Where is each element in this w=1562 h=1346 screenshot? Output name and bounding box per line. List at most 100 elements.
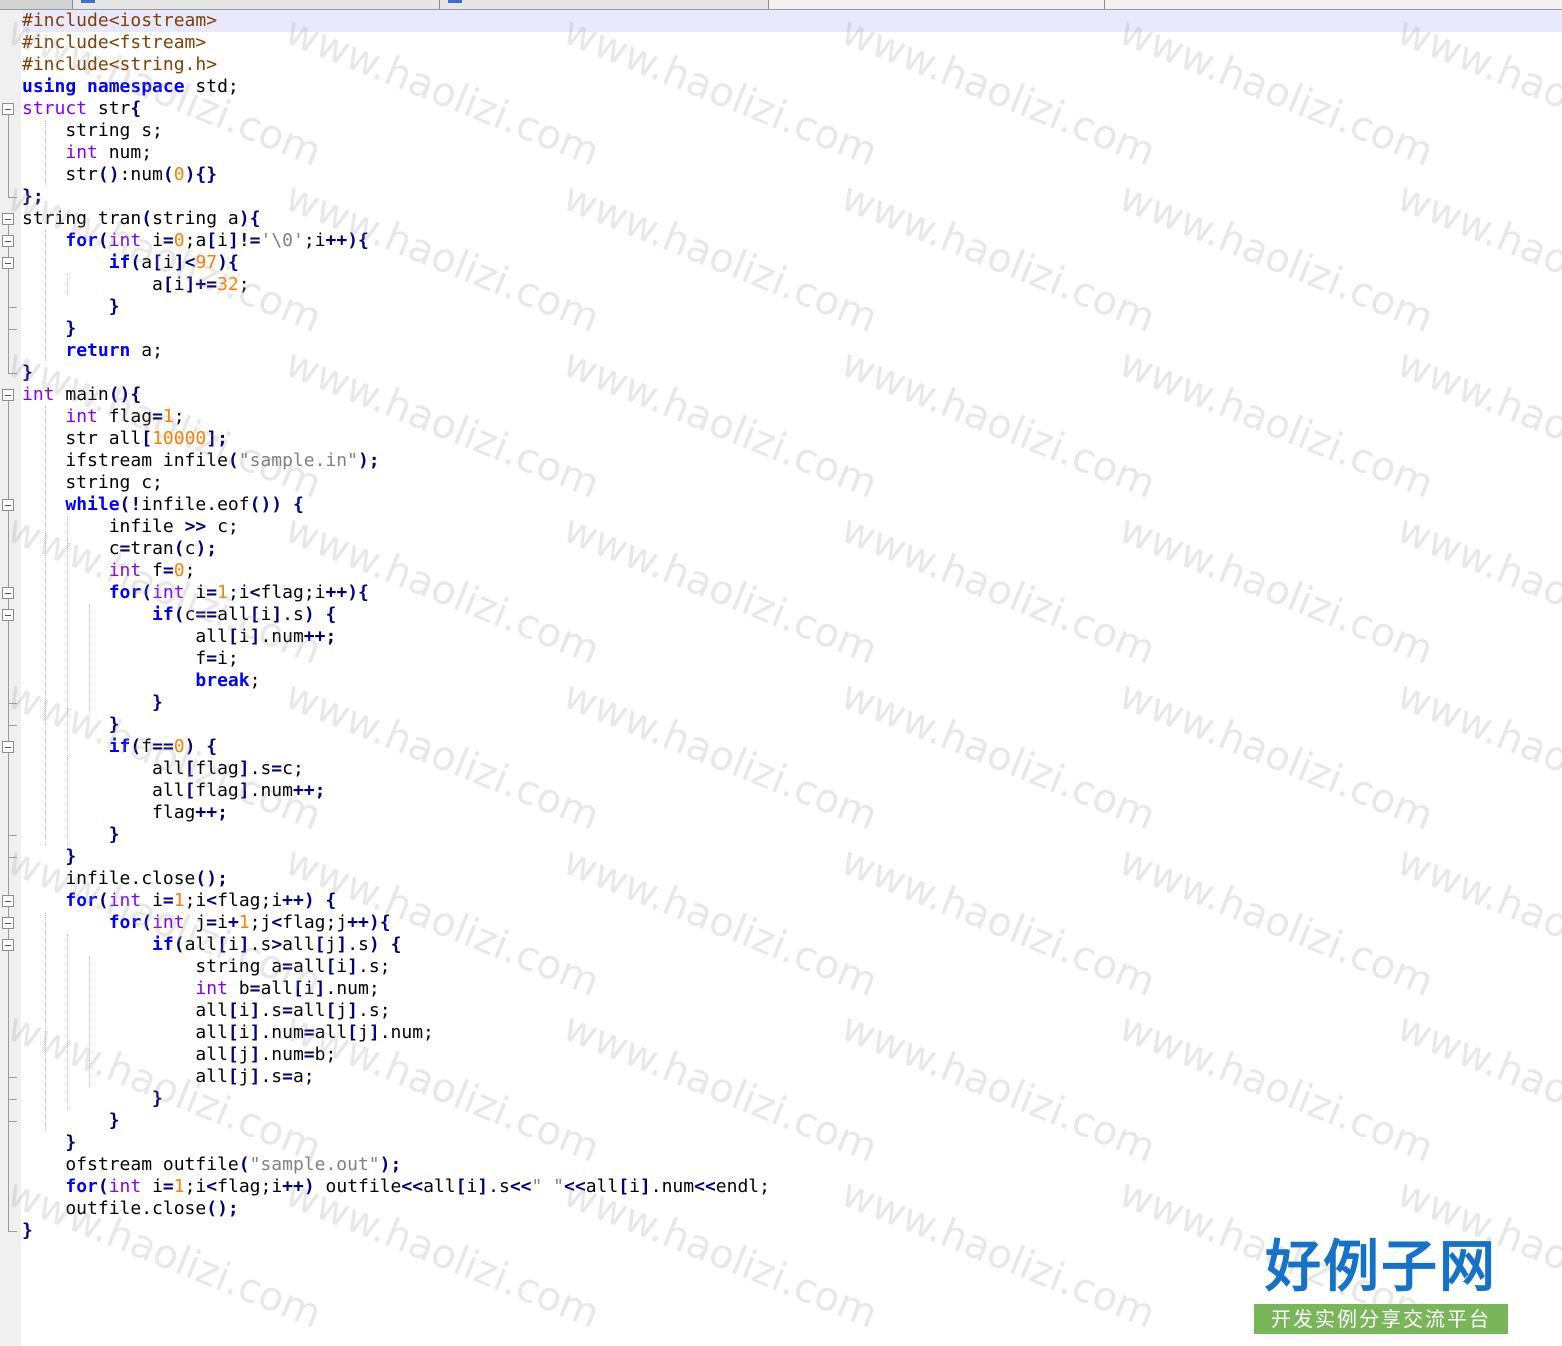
code-line[interactable]: } <box>22 296 1562 318</box>
tab-4[interactable] <box>1105 0 1562 9</box>
code-token: } <box>65 846 77 867</box>
code-line[interactable]: for(int i=0;a[i]!='\0';i++){ <box>22 230 1562 252</box>
code-line[interactable]: int main(){ <box>22 384 1562 406</box>
code-line[interactable]: int f=0; <box>22 560 1562 582</box>
code-token: ofstream outfile <box>22 1154 239 1175</box>
code-line[interactable]: f=i; <box>22 648 1562 670</box>
code-token: for <box>65 890 98 911</box>
code-line[interactable]: for(int i=1;i<flag;i++) outfile<<all[i].… <box>22 1176 1562 1198</box>
code-line[interactable]: } <box>22 824 1562 846</box>
fold-toggle-icon[interactable] <box>2 917 14 929</box>
code-line[interactable]: break; <box>22 670 1562 692</box>
code-line[interactable]: struct str{ <box>22 98 1562 120</box>
code-line[interactable]: } <box>22 1132 1562 1154</box>
code-line[interactable]: for(int i=1;i<flag;i++){ <box>22 582 1562 604</box>
fold-toggle-icon[interactable] <box>2 103 14 115</box>
fold-margin[interactable] <box>0 10 21 1346</box>
code-line[interactable]: } <box>22 362 1562 384</box>
fold-toggle-icon[interactable] <box>2 609 14 621</box>
code-line[interactable]: string a=all[i].s; <box>22 956 1562 978</box>
code-line[interactable]: flag++; <box>22 802 1562 824</box>
code-line[interactable]: } <box>22 846 1562 868</box>
tab-3[interactable] <box>769 0 1105 9</box>
code-token: ( <box>141 912 153 933</box>
fold-toggle-icon[interactable] <box>2 939 14 951</box>
tab-2[interactable] <box>440 0 769 9</box>
code-line[interactable]: using namespace std; <box>22 76 1562 98</box>
code-line[interactable]: } <box>22 1110 1562 1132</box>
code-line[interactable]: #include<iostream> <box>22 10 1562 32</box>
code-line[interactable]: return a; <box>22 340 1562 362</box>
code-line[interactable]: str all[10000]; <box>22 428 1562 450</box>
fold-toggle-icon[interactable] <box>2 895 14 907</box>
code-line[interactable]: all[i].num++; <box>22 626 1562 648</box>
code-token: ]+= <box>184 274 218 295</box>
fold-toggle-icon[interactable] <box>2 235 14 247</box>
code-line[interactable]: c=tran(c); <box>22 538 1562 560</box>
code-line[interactable]: infile.close(); <box>22 868 1562 890</box>
code-token: ++){ <box>347 912 391 933</box>
code-line[interactable]: all[j].num=b; <box>22 1044 1562 1066</box>
code-token: ( <box>130 252 142 273</box>
fold-toggle-icon[interactable] <box>2 213 14 225</box>
code-line[interactable]: #include<fstream> <box>22 32 1562 54</box>
code-token: .s <box>347 934 369 955</box>
code-token: = <box>206 648 218 669</box>
code-token: return <box>65 340 131 361</box>
code-line[interactable]: if(f==0) { <box>22 736 1562 758</box>
code-line[interactable]: if(all[i].s>all[j].s) { <box>22 934 1562 956</box>
fold-toggle-icon[interactable] <box>2 587 14 599</box>
code-token: a; <box>292 1066 315 1087</box>
code-token: i <box>629 1176 640 1197</box>
code-line[interactable]: #include<string.h> <box>22 54 1562 76</box>
fold-toggle-icon[interactable] <box>2 389 14 401</box>
code-line[interactable]: all[i].num=all[j].num; <box>22 1022 1562 1044</box>
code-line[interactable]: } <box>22 714 1562 736</box>
code-line[interactable]: int flag=1; <box>22 406 1562 428</box>
code-line[interactable]: all[j].s=a; <box>22 1066 1562 1088</box>
code-line[interactable]: ofstream outfile("sample.out"); <box>22 1154 1562 1176</box>
code-editor[interactable]: #include<iostream> #include<fstream> #incl… <box>22 10 1562 1346</box>
fold-toggle-icon[interactable] <box>2 741 14 753</box>
code-token: i <box>227 934 239 955</box>
code-token: ] <box>314 978 326 999</box>
code-line[interactable]: str():num(0){} <box>22 164 1562 186</box>
code-line[interactable]: } <box>22 318 1562 340</box>
code-line[interactable]: for(int j=i+1;j<flag;j++){ <box>22 912 1562 934</box>
code-line[interactable]: all[flag].s=c; <box>22 758 1562 780</box>
code-line[interactable]: all[flag].num++; <box>22 780 1562 802</box>
code-token: } <box>108 1110 120 1131</box>
code-token: ;i <box>303 230 326 251</box>
code-line[interactable]: }; <box>22 186 1562 208</box>
code-line[interactable]: a[i]+=32; <box>22 274 1562 296</box>
code-line[interactable]: outfile.close(); <box>22 1198 1562 1220</box>
code-line[interactable]: for(int i=1;i<flag;i++) { <box>22 890 1562 912</box>
code-line[interactable]: infile >> c; <box>22 516 1562 538</box>
code-line[interactable]: string c; <box>22 472 1562 494</box>
tab-0[interactable] <box>0 0 73 9</box>
code-line[interactable]: int b=all[i].num; <box>22 978 1562 1000</box>
code-line[interactable]: } <box>22 692 1562 714</box>
code-token: ;i <box>184 1176 207 1197</box>
code-line[interactable]: if(c==all[i].s) { <box>22 604 1562 626</box>
code-line[interactable]: string tran(string a){ <box>22 208 1562 230</box>
code-token: ] <box>249 1066 261 1087</box>
code-line[interactable]: } <box>22 1088 1562 1110</box>
code-token: f <box>141 736 153 757</box>
fold-toggle-icon[interactable] <box>2 257 14 269</box>
code-line[interactable]: all[i].s=all[j].s; <box>22 1000 1562 1022</box>
code-token: 0 <box>173 230 185 251</box>
code-line[interactable]: int num; <box>22 142 1562 164</box>
tab-1[interactable] <box>73 0 440 9</box>
code-line[interactable]: while(!infile.eof()) { <box>22 494 1562 516</box>
code-line[interactable]: string s; <box>22 120 1562 142</box>
code-token: (); <box>206 1198 239 1219</box>
code-token: num; <box>97 142 153 163</box>
fold-toggle-icon[interactable] <box>2 499 14 511</box>
code-token: int <box>65 406 98 427</box>
code-line[interactable]: if(a[i]<97){ <box>22 252 1562 274</box>
code-line[interactable]: ifstream infile("sample.in"); <box>22 450 1562 472</box>
